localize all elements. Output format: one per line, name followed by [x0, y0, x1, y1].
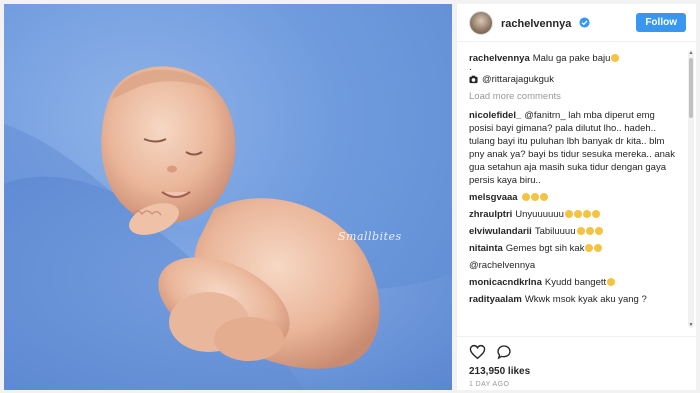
- camera-icon: [469, 75, 478, 84]
- comments-list: rachelvennya Malu ga pake baju . @rittara…: [457, 52, 689, 332]
- emoji-icon: [585, 227, 594, 235]
- caption-mention[interactable]: @rittarajagukguk: [482, 73, 554, 86]
- verified-badge-icon: [579, 16, 590, 28]
- comment-text: Kyudd bangett: [544, 277, 607, 288]
- comment-text: @fanitrn_ lah mba diperut emg posisi bay…: [469, 110, 675, 186]
- load-more-comments-link[interactable]: Load more comments: [469, 90, 681, 103]
- post-timestamp: 1 DAY AGO: [469, 381, 510, 388]
- post-header: rachelvennya Follow: [457, 4, 696, 42]
- action-icons: [469, 343, 685, 361]
- caption-mention-row: @rittarajagukguk: [469, 73, 681, 86]
- post-side-panel: rachelvennya Follow rachelvennya Malu ga …: [456, 4, 697, 390]
- baby-illustration: [4, 66, 452, 390]
- comment-text: @rachelvennya: [469, 260, 536, 271]
- scroll-down-arrow-icon[interactable]: ▼: [688, 322, 694, 328]
- scroll-up-arrow-icon[interactable]: ▲: [688, 50, 694, 56]
- comment-username[interactable]: nitainta: [469, 243, 503, 254]
- comment-text: Wkwk msok kyak aku yang ?: [524, 294, 647, 305]
- caption: rachelvennya Malu ga pake baju . @rittara…: [469, 52, 681, 86]
- comment-username[interactable]: zhraulptri: [469, 209, 512, 220]
- emoji-icon: [573, 210, 582, 218]
- emoji-icon: [594, 227, 603, 235]
- comment-icon[interactable]: [496, 344, 512, 360]
- likes-count[interactable]: 213,950 likes: [469, 366, 685, 377]
- comment-row: zhraulptri Unyuuuuuu: [469, 208, 681, 221]
- emoji-icon: [521, 193, 530, 201]
- emoji-icon: [594, 244, 603, 252]
- comment-username[interactable]: radityaalam: [469, 294, 522, 305]
- follow-button[interactable]: Follow: [636, 13, 686, 32]
- comment-row: elviwulandarii Tabiluuuu: [469, 225, 681, 238]
- comment-username[interactable]: monicacndkrlna: [469, 277, 542, 288]
- emoji-icon: [564, 210, 573, 218]
- comment-text: Tabiluuuu: [534, 226, 576, 237]
- heart-icon[interactable]: [469, 344, 486, 360]
- comment-username[interactable]: melsgvaaa: [469, 192, 518, 203]
- comment-username[interactable]: nicolefidel_: [469, 110, 521, 121]
- screenshot-frame: Smallbites rachelvennya Follow rachelven…: [0, 0, 700, 393]
- caption-username[interactable]: rachelvennya: [469, 53, 530, 64]
- scroll-thumb[interactable]: [689, 58, 693, 118]
- post-username-wrap: rachelvennya: [501, 14, 590, 32]
- photo-watermark: Smallbites: [338, 230, 402, 243]
- comment-row: nitainta Gemes bgt sih kak: [469, 242, 681, 255]
- comment-row: @rachelvennya: [469, 259, 681, 272]
- post-username[interactable]: rachelvennya: [501, 18, 571, 30]
- comment-text: Gemes bgt sih kak: [505, 243, 585, 254]
- avatar[interactable]: [469, 10, 493, 35]
- comment-username[interactable]: elviwulandarii: [469, 226, 532, 237]
- comment-row: radityaalam Wkwk msok kyak aku yang ?: [469, 293, 681, 306]
- post-photo[interactable]: Smallbites: [4, 4, 452, 390]
- comment-container: nicolefidel_ @fanitrn_ lah mba diperut em…: [469, 109, 681, 306]
- emoji-icon: [530, 193, 539, 201]
- comment-row: monicacndkrlna Kyudd bangett: [469, 276, 681, 289]
- comment-row: melsgvaaa: [469, 191, 681, 204]
- emoji-icon: [582, 210, 591, 218]
- caption-dot: .: [469, 62, 472, 73]
- emoji-icon: [585, 244, 594, 252]
- comments-scrollbar[interactable]: ▲ ▼: [688, 50, 694, 328]
- emoji-icon: [576, 227, 585, 235]
- smile-emoji-icon: [611, 54, 620, 62]
- emoji-icon: [539, 193, 548, 201]
- emoji-icon: [607, 278, 616, 286]
- post-actions: 213,950 likes 1 DAY AGO: [457, 336, 697, 388]
- emoji-icon: [591, 210, 600, 218]
- comment-text: Unyuuuuuu: [515, 209, 564, 220]
- comment-row: nicolefidel_ @fanitrn_ lah mba diperut em…: [469, 109, 681, 187]
- caption-text: Malu ga pake baju: [532, 53, 611, 64]
